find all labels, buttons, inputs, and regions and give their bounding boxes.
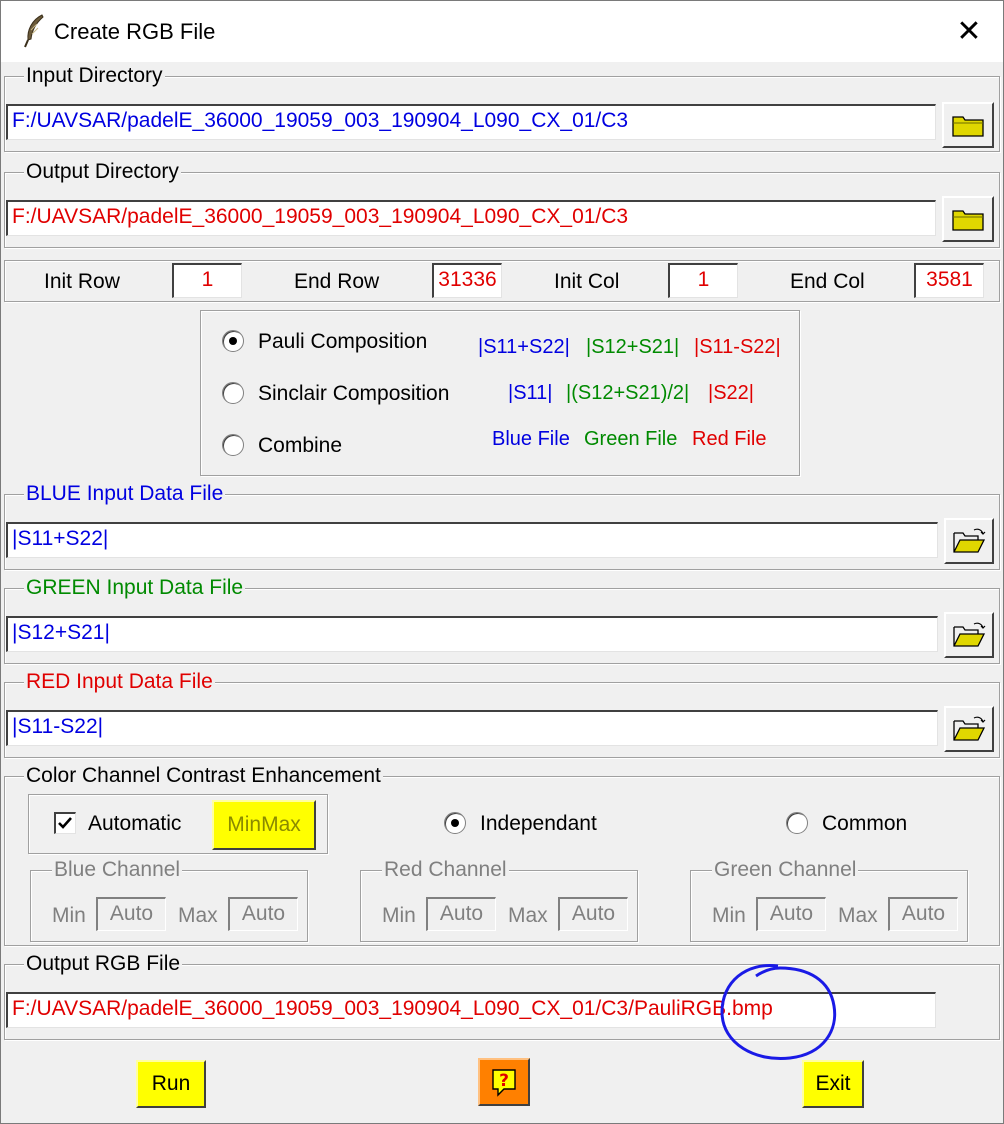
blue-input-field[interactable]: |S11+S22| bbox=[6, 522, 938, 558]
blue-channel-legend: Blue Channel bbox=[52, 858, 183, 881]
green-input-legend: GREEN Input Data File bbox=[24, 576, 246, 599]
green-max-field: Auto bbox=[888, 897, 958, 931]
sinclair-green-text: |(S12+S21)/2| bbox=[566, 382, 690, 404]
folder-icon bbox=[952, 116, 984, 137]
automatic-label[interactable]: Automatic bbox=[88, 812, 181, 836]
input-directory-field[interactable]: F:/UAVSAR/padelE_36000_19059_003_190904_… bbox=[6, 104, 936, 140]
combine-red-text: Red File bbox=[692, 428, 767, 450]
red-input-legend: RED Input Data File bbox=[24, 670, 215, 693]
minmax-button[interactable]: MinMax bbox=[212, 800, 316, 850]
contrast-legend: Color Channel Contrast Enhancement bbox=[24, 764, 383, 787]
combine-green-text: Green File bbox=[584, 428, 678, 450]
init-col-label: Init Col bbox=[554, 270, 620, 293]
pauli-red-text: |S11-S22| bbox=[694, 336, 781, 358]
svg-text:?: ? bbox=[499, 1071, 509, 1091]
window-title: Create RGB File bbox=[54, 19, 216, 44]
folder-open-icon bbox=[953, 622, 986, 647]
pauli-radio[interactable] bbox=[222, 330, 244, 352]
combine-label[interactable]: Combine bbox=[258, 434, 342, 458]
init-col-field[interactable]: 1 bbox=[668, 263, 738, 298]
green-max-label: Max bbox=[838, 904, 878, 927]
common-radio[interactable] bbox=[786, 812, 808, 834]
output-rgb-legend: Output RGB File bbox=[24, 952, 183, 975]
red-input-field[interactable]: |S11-S22| bbox=[6, 710, 938, 746]
sinclair-label[interactable]: Sinclair Composition bbox=[258, 382, 449, 406]
independant-radio[interactable] bbox=[444, 812, 466, 834]
init-row-field[interactable]: 1 bbox=[172, 263, 242, 298]
folder-open-icon bbox=[953, 716, 986, 741]
common-label[interactable]: Common bbox=[822, 812, 907, 836]
blue-input-browse-button[interactable] bbox=[944, 518, 994, 564]
pauli-label[interactable]: Pauli Composition bbox=[258, 330, 427, 354]
combine-radio[interactable] bbox=[222, 434, 244, 456]
blue-max-field: Auto bbox=[228, 897, 298, 931]
independant-label[interactable]: Independant bbox=[480, 812, 597, 836]
output-directory-browse-button[interactable] bbox=[942, 196, 994, 242]
minmax-label: MinMax bbox=[227, 813, 301, 836]
pauli-green-text: |S12+S21| bbox=[586, 336, 680, 358]
feather-icon bbox=[24, 14, 44, 48]
run-button[interactable]: Run bbox=[136, 1060, 206, 1108]
green-input-browse-button[interactable] bbox=[944, 612, 994, 658]
red-max-field: Auto bbox=[558, 897, 628, 931]
red-min-field: Auto bbox=[426, 897, 496, 931]
output-directory-field[interactable]: F:/UAVSAR/padelE_36000_19059_003_190904_… bbox=[6, 200, 936, 236]
help-button[interactable]: ? bbox=[478, 1058, 530, 1106]
folder-open-icon bbox=[953, 528, 986, 553]
blue-max-label: Max bbox=[178, 904, 218, 927]
sinclair-radio[interactable] bbox=[222, 382, 244, 404]
output-directory-legend: Output Directory bbox=[24, 160, 181, 183]
folder-icon bbox=[952, 210, 984, 231]
close-icon[interactable]: ✕ bbox=[950, 14, 988, 48]
blue-min-field: Auto bbox=[96, 897, 166, 931]
exit-button[interactable]: Exit bbox=[802, 1060, 864, 1108]
green-min-label: Min bbox=[712, 904, 746, 927]
green-channel-legend: Green Channel bbox=[712, 858, 859, 881]
pauli-blue-text: |S11+S22| bbox=[478, 336, 570, 358]
help-icon: ? bbox=[492, 1069, 516, 1097]
sinclair-red-text: |S22| bbox=[708, 382, 754, 404]
input-directory-browse-button[interactable] bbox=[942, 102, 994, 148]
red-min-label: Min bbox=[382, 904, 416, 927]
end-row-field[interactable]: 31336 bbox=[432, 263, 502, 298]
blue-input-legend: BLUE Input Data File bbox=[24, 482, 226, 505]
red-max-label: Max bbox=[508, 904, 548, 927]
red-input-browse-button[interactable] bbox=[944, 706, 994, 752]
combine-blue-text: Blue File bbox=[492, 428, 570, 450]
automatic-checkbox[interactable] bbox=[54, 812, 76, 834]
green-min-field: Auto bbox=[756, 897, 826, 931]
blue-min-label: Min bbox=[52, 904, 86, 927]
red-channel-legend: Red Channel bbox=[382, 858, 509, 881]
sinclair-blue-text: |S11| bbox=[508, 382, 553, 404]
end-col-label: End Col bbox=[790, 270, 865, 293]
end-col-field[interactable]: 3581 bbox=[914, 263, 984, 298]
checkmark-icon bbox=[58, 817, 72, 829]
init-row-label: Init Row bbox=[44, 270, 120, 293]
end-row-label: End Row bbox=[294, 270, 380, 293]
green-input-field[interactable]: |S12+S21| bbox=[6, 616, 938, 652]
input-directory-legend: Input Directory bbox=[24, 64, 165, 87]
annotation-circle bbox=[720, 964, 837, 1061]
